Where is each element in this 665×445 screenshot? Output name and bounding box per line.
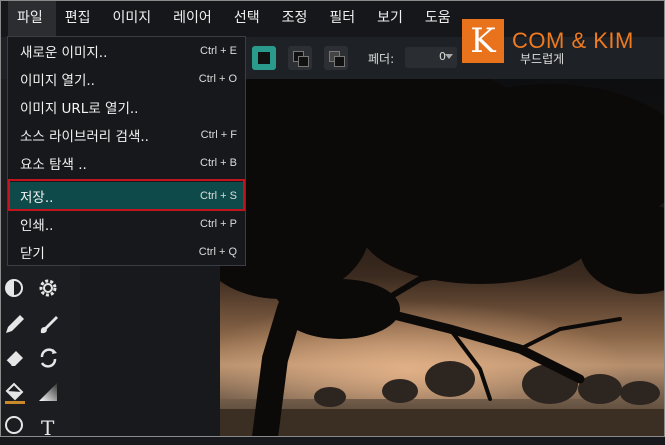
- menu-item-open-url[interactable]: 이미지 URL로 열기..: [8, 93, 245, 121]
- contrast-tool-icon[interactable]: [2, 275, 30, 303]
- menu-item-search-library[interactable]: 소스 라이브러리 검색.. Ctrl + F: [8, 121, 245, 149]
- menu-view[interactable]: 보기: [368, 0, 416, 37]
- menu-item-browse-elements[interactable]: 요소 탐색 .. Ctrl + B: [8, 149, 245, 177]
- menu-item-shortcut: Ctrl + P: [200, 218, 237, 230]
- menu-item-label: 인쇄..: [20, 218, 54, 234]
- chevron-down-icon: [445, 54, 453, 59]
- selection-mode-add-button[interactable]: [288, 46, 312, 70]
- feather-label: 페더:: [368, 52, 395, 66]
- menu-layer[interactable]: 레이어: [164, 0, 225, 37]
- menu-edit[interactable]: 편집: [56, 0, 104, 37]
- menu-item-close[interactable]: 닫기 Ctrl + Q: [8, 238, 245, 266]
- svg-text:T: T: [41, 416, 55, 440]
- selection-mode-new-button[interactable]: [252, 46, 276, 70]
- menu-item-label: 이미지 열기..: [20, 73, 95, 89]
- menu-file[interactable]: 파일: [8, 0, 56, 37]
- menu-item-label: 닫기: [20, 246, 45, 262]
- paint-bucket-icon[interactable]: [2, 379, 30, 407]
- menu-item-label: 소스 라이브러리 검색..: [20, 129, 149, 145]
- menu-filter[interactable]: 필터: [320, 0, 368, 37]
- brush-icon[interactable]: [36, 311, 64, 339]
- feather-input[interactable]: 0: [405, 47, 457, 68]
- menu-item-label: 새로운 이미지..: [20, 45, 108, 61]
- gear-icon[interactable]: [36, 275, 64, 303]
- selection-mode-subtract-button[interactable]: [324, 46, 348, 70]
- menu-select[interactable]: 선택: [225, 0, 273, 37]
- menu-item-label: 요소 탐색 ..: [20, 157, 87, 173]
- eraser-icon[interactable]: [2, 345, 30, 373]
- save-highlight-box: [8, 179, 245, 211]
- menu-image[interactable]: 이미지: [104, 0, 165, 37]
- menu-item-print[interactable]: 인쇄.. Ctrl + P: [8, 210, 245, 238]
- menu-item-shortcut: Ctrl + Q: [198, 246, 237, 258]
- image-canvas[interactable]: [220, 79, 665, 437]
- menu-item-label: 이미지 URL로 열기..: [20, 101, 139, 117]
- menu-item-shortcut: Ctrl + O: [198, 73, 237, 85]
- menu-adjust[interactable]: 조정: [273, 0, 321, 37]
- menu-item-shortcut: Ctrl + F: [200, 129, 237, 141]
- logo-text: COM & KIM: [512, 28, 634, 53]
- replace-color-icon[interactable]: [36, 345, 64, 373]
- menu-help[interactable]: 도움: [416, 0, 464, 37]
- menu-item-shortcut: Ctrl + E: [200, 45, 237, 57]
- menu-item-new-image[interactable]: 새로운 이미지.. Ctrl + E: [8, 37, 245, 65]
- pencil-icon[interactable]: [2, 311, 30, 339]
- logo-letter: K: [462, 19, 504, 63]
- file-menu-dropdown: 새로운 이미지.. Ctrl + E 이미지 열기.. Ctrl + O 이미지…: [7, 36, 246, 266]
- menu-item-shortcut: Ctrl + B: [200, 157, 237, 169]
- logo: K COM & KIM: [462, 17, 657, 65]
- menu-item-open-image[interactable]: 이미지 열기.. Ctrl + O: [8, 65, 245, 93]
- tree-photo: [220, 79, 665, 437]
- gradient-icon[interactable]: [36, 379, 64, 407]
